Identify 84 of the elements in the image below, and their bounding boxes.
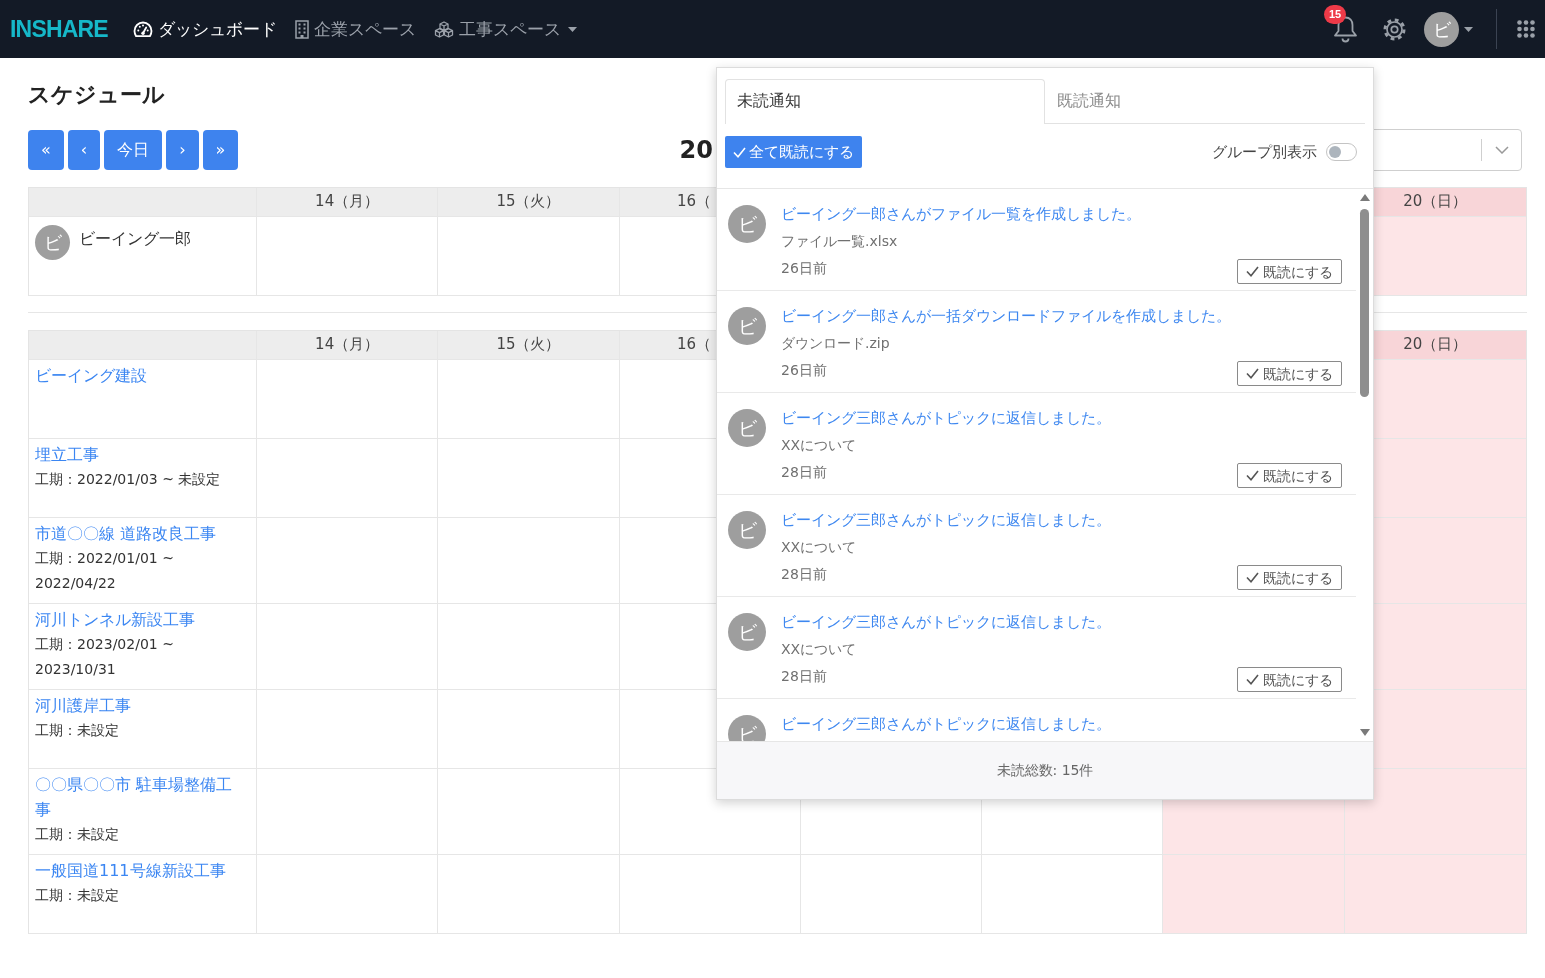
notification-time: 26日前 (781, 259, 827, 278)
nav-link[interactable]: 企業スペース (285, 17, 425, 41)
check-icon (733, 146, 746, 158)
day-label: 16（ (676, 191, 711, 213)
notification-link[interactable]: ビーイング一郎さんがファイル一覧を作成しました。 (781, 201, 1141, 228)
period-heading: 20 (679, 135, 713, 164)
scroll-up-arrow-icon[interactable] (1359, 194, 1370, 201)
check-icon (1246, 266, 1259, 277)
check-icon (1246, 674, 1259, 685)
notification-badge: 15 (1324, 5, 1347, 24)
day-label: 15（火） (496, 334, 561, 356)
unread-total: 未読総数: 15件 (996, 761, 1094, 780)
project-period: 工期：未設定 (35, 720, 120, 740)
user-avatar: ビ (728, 409, 766, 447)
user-avatar: ビ (728, 307, 766, 345)
settings-icon[interactable] (1382, 16, 1407, 42)
member-name: ビーイング一郎 (79, 227, 191, 250)
notification-detail: ダウンロード.zip (781, 334, 890, 353)
next-button[interactable]: › (166, 129, 199, 170)
day-label: 14（月） (315, 334, 380, 356)
mark-read-button[interactable]: 既読にする (1237, 259, 1342, 284)
notification-detail: XXについて (781, 640, 857, 659)
brand-logo[interactable]: INSHARE (10, 17, 108, 41)
notification-link[interactable]: ビーイング三郎さんがトピックに返信しました。 (781, 609, 1111, 636)
mark-read-button[interactable]: 既読にする (1237, 361, 1342, 386)
check-icon (1246, 470, 1259, 481)
notification-detail: XXについて (781, 436, 857, 455)
project-period: 工期：未設定 (35, 885, 120, 905)
notification-link[interactable]: ビーイング三郎さんがトピックに返信しました。 (781, 711, 1111, 738)
user-avatar: ビ (728, 613, 766, 651)
notification-link[interactable]: ビーイング一郎さんが一括ダウンロードファイルを作成しました。 (781, 303, 1231, 330)
day-label: 16（ (676, 334, 711, 356)
page-title: スケジュール (28, 82, 165, 108)
notification-time: 28日前 (781, 667, 827, 686)
user-avatar[interactable]: ビ (1424, 11, 1459, 47)
project-link[interactable]: 河川護岸工事 (35, 692, 131, 718)
notification-time: 28日前 (781, 565, 827, 584)
mark-all-read-button[interactable]: 全て既読にする (725, 136, 862, 168)
toggle-label: グループ別表示 (1212, 141, 1317, 163)
mark-read-button[interactable]: 既読にする (1237, 565, 1342, 590)
day-label: 14（月） (315, 191, 380, 213)
app-grid-icon[interactable] (1517, 20, 1535, 38)
tab[interactable]: 既読通知 (1045, 79, 1365, 123)
user-avatar: ビ (728, 205, 766, 243)
day-label: 20（日） (1403, 334, 1468, 356)
mark-read-button[interactable]: 既読にする (1237, 667, 1342, 692)
day-label: 15（火） (496, 191, 561, 213)
group-toggle[interactable] (1326, 143, 1357, 161)
project-period: 工期：2022/01/01 ~ 2022/04/22 (35, 548, 175, 593)
project-period: 工期：未設定 (35, 824, 120, 844)
member-avatar: ビ (35, 224, 70, 260)
project-link[interactable]: 河川トンネル新設工事 (35, 606, 195, 632)
cubes-icon (433, 20, 454, 38)
building-icon (294, 19, 309, 39)
user-avatar: ビ (728, 511, 766, 549)
notification-time: 26日前 (781, 361, 827, 380)
caret-icon[interactable] (1464, 26, 1473, 32)
check-icon (1246, 368, 1259, 379)
today-button[interactable]: 今日 (104, 129, 163, 170)
chevron-down-icon (1495, 145, 1509, 154)
project-link[interactable]: 市道〇〇線 道路改良工事 (35, 520, 217, 546)
mark-read-button[interactable]: 既読にする (1237, 463, 1342, 488)
check-icon (1246, 572, 1259, 583)
notification-detail: XXについて (781, 538, 857, 557)
project-link[interactable]: 埋立工事 (35, 441, 99, 467)
notification-link[interactable]: ビーイング三郎さんがトピックに返信しました。 (781, 405, 1111, 432)
notification-time: 28日前 (781, 463, 827, 482)
tab[interactable]: 未読通知 (725, 79, 1045, 124)
project-period: 工期：2022/01/03 ~ 未設定 (35, 469, 222, 489)
project-link[interactable]: ビーイング建設 (35, 362, 147, 388)
scrollbar-thumb[interactable] (1360, 209, 1369, 397)
project-period: 工期：2023/02/01 ~ 2023/10/31 (35, 634, 175, 679)
jump-back-button[interactable]: « (28, 129, 64, 170)
day-label: 20（日） (1403, 191, 1468, 213)
jump-forward-button[interactable]: » (202, 129, 239, 170)
notification-detail: ファイル一覧.xlsx (781, 232, 898, 251)
project-link[interactable]: 〇〇県〇〇市 駐車場整備工事 (35, 771, 248, 822)
notification-link[interactable]: ビーイング三郎さんがトピックに返信しました。 (781, 507, 1111, 534)
project-link[interactable]: 一般国道111号線新設工事 (35, 857, 226, 883)
nav-link[interactable]: 工事スペース (424, 17, 586, 41)
dashboard-icon (132, 20, 153, 38)
prev-button[interactable]: ‹ (67, 129, 101, 170)
scroll-down-arrow-icon[interactable] (1359, 729, 1370, 736)
nav-link[interactable]: ダッシュボード (123, 17, 286, 41)
